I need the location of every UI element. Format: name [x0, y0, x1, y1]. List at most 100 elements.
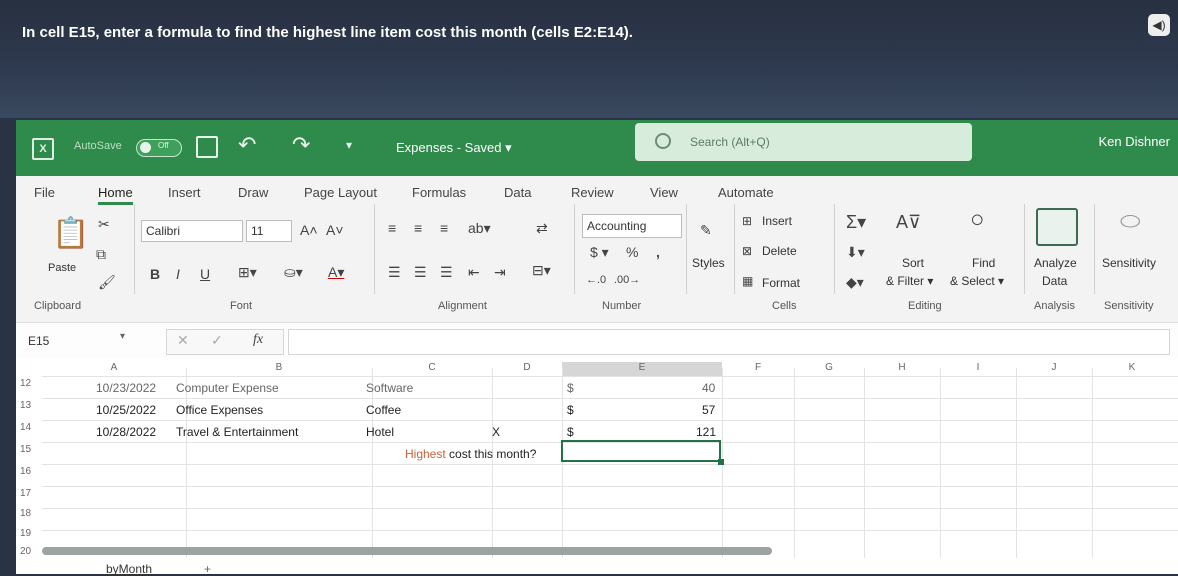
selected-cell-e15[interactable]	[561, 440, 721, 462]
paste-label[interactable]: Paste	[48, 262, 76, 274]
enter-icon[interactable]: ✓	[211, 332, 223, 349]
column-header-d[interactable]: D	[492, 362, 562, 376]
comma-icon[interactable]: ,	[656, 244, 660, 260]
tab-home[interactable]: Home	[98, 185, 133, 205]
column-header-g[interactable]: G	[794, 362, 864, 376]
number-format-select[interactable]: Accounting	[582, 214, 682, 238]
font-size-select[interactable]: 11	[246, 220, 292, 242]
fill-icon[interactable]: ⬇▾	[846, 244, 865, 261]
row-header-13[interactable]: 13	[20, 400, 42, 411]
cell-e12-value[interactable]: 40	[702, 381, 715, 395]
autosave-toggle[interactable]: Off	[136, 139, 182, 157]
currency-icon[interactable]: $ ▾	[590, 244, 609, 261]
align-center-icon[interactable]: ☰	[414, 264, 427, 281]
orientation-icon[interactable]: ab▾	[468, 220, 491, 237]
cell-b14[interactable]: Travel & Entertainment	[176, 425, 298, 439]
tab-review[interactable]: Review	[571, 185, 614, 200]
align-middle-icon[interactable]: ≡	[414, 220, 422, 236]
format-painter-icon[interactable]: 🖌	[98, 274, 116, 291]
cell-a12[interactable]: 10/23/2022	[96, 381, 156, 395]
tab-page-layout[interactable]: Page Layout	[304, 185, 377, 200]
wrap-text-icon[interactable]: ⇄	[536, 220, 548, 237]
increase-indent-icon[interactable]: ⇥	[494, 264, 506, 281]
align-right-icon[interactable]: ☰	[440, 264, 453, 281]
underline-icon[interactable]: U	[200, 266, 210, 282]
row-header-17[interactable]: 17	[20, 488, 42, 499]
tab-data[interactable]: Data	[504, 185, 531, 200]
align-bottom-icon[interactable]: ≡	[440, 220, 448, 236]
percent-icon[interactable]: %	[626, 244, 638, 260]
styles-label[interactable]: Styles	[692, 256, 725, 270]
cell-e13-symbol[interactable]: $	[567, 403, 574, 417]
cell-d14[interactable]: X	[492, 425, 500, 439]
cancel-icon[interactable]: ✕	[177, 332, 189, 349]
analyze-label[interactable]: Analyze	[1034, 256, 1077, 270]
insert-label[interactable]: Insert	[762, 214, 792, 228]
bold-icon[interactable]: B	[150, 266, 160, 282]
column-header-a[interactable]: A	[42, 362, 186, 376]
column-header-e[interactable]: E	[562, 362, 722, 376]
row-header-16[interactable]: 16	[20, 466, 42, 477]
tab-formulas[interactable]: Formulas	[412, 185, 466, 200]
insert-cells-icon[interactable]: ⊞	[742, 214, 752, 228]
row-header-20[interactable]: 20	[20, 546, 42, 557]
tab-view[interactable]: View	[650, 185, 678, 200]
tab-insert[interactable]: Insert	[168, 185, 201, 200]
cell-c13[interactable]: Coffee	[366, 403, 401, 417]
name-box-dropdown-icon[interactable]: ▾	[120, 331, 125, 342]
cell-b13[interactable]: Office Expenses	[176, 403, 263, 417]
document-title[interactable]: Expenses - Saved ▾	[396, 140, 512, 156]
font-color-icon[interactable]: A▾	[328, 264, 344, 281]
find-icon[interactable]: ○	[970, 206, 985, 234]
clear-icon[interactable]: ◆▾	[846, 274, 864, 291]
search-box[interactable]: Search (Alt+Q)	[635, 123, 972, 161]
sensitivity-icon[interactable]: ⬭	[1120, 208, 1141, 236]
cell-e12-symbol[interactable]: $	[567, 381, 574, 395]
fill-color-icon[interactable]: ⛀▾	[284, 264, 303, 281]
tab-file[interactable]: File	[34, 185, 55, 200]
copy-icon[interactable]: ⧉	[96, 246, 106, 263]
tab-draw[interactable]: Draw	[238, 185, 268, 200]
column-header-k[interactable]: K	[1092, 362, 1172, 376]
decrease-font-icon[interactable]: A˅	[326, 222, 344, 238]
format-label[interactable]: Format	[762, 276, 800, 290]
row-header-15[interactable]: 15	[20, 444, 42, 455]
column-header-b[interactable]: B	[186, 362, 372, 376]
paste-icon[interactable]: 📋	[52, 216, 89, 251]
increase-font-icon[interactable]: A˄	[300, 222, 318, 238]
format-cells-icon[interactable]: ▦	[742, 274, 753, 288]
column-header-c[interactable]: C	[372, 362, 492, 376]
user-name[interactable]: Ken Dishner	[1098, 134, 1170, 149]
font-name-select[interactable]: Calibri	[141, 220, 243, 242]
merge-center-icon[interactable]: ⊟▾	[532, 262, 551, 279]
cell-e13-value[interactable]: 57	[702, 403, 715, 417]
borders-icon[interactable]: ⊞▾	[238, 264, 257, 281]
save-icon[interactable]	[196, 136, 218, 158]
column-header-f[interactable]: F	[722, 362, 794, 376]
tab-automate[interactable]: Automate	[718, 185, 774, 200]
cut-icon[interactable]: ✂	[98, 216, 110, 233]
sort-label[interactable]: Sort	[902, 256, 924, 270]
row-header-12[interactable]: 12	[20, 378, 42, 389]
italic-icon[interactable]: I	[176, 266, 180, 282]
fill-handle[interactable]	[718, 459, 724, 465]
align-left-icon[interactable]: ☰	[388, 264, 401, 281]
cell-c12[interactable]: Software	[366, 381, 413, 395]
analyze-data-icon[interactable]	[1036, 208, 1078, 246]
decrease-decimal-icon[interactable]: .00→	[614, 274, 640, 286]
row-header-19[interactable]: 19	[20, 528, 42, 539]
analyze-label-2[interactable]: Data	[1042, 274, 1067, 288]
cell-c14[interactable]: Hotel	[366, 425, 394, 439]
align-top-icon[interactable]: ≡	[388, 220, 396, 236]
delete-cells-icon[interactable]: ⊠	[742, 244, 752, 258]
column-header-i[interactable]: I	[940, 362, 1016, 376]
cell-a13[interactable]: 10/25/2022	[96, 403, 156, 417]
select-label[interactable]: & Select ▾	[950, 274, 1004, 288]
cell-b12[interactable]: Computer Expense	[176, 381, 279, 395]
insert-function-icon[interactable]: fx	[253, 332, 263, 348]
cell-a14[interactable]: 10/28/2022	[96, 425, 156, 439]
delete-label[interactable]: Delete	[762, 244, 797, 258]
undo-icon[interactable]: ↶	[238, 132, 256, 158]
sort-filter-icon[interactable]: A⊽	[896, 212, 921, 233]
column-header-h[interactable]: H	[864, 362, 940, 376]
